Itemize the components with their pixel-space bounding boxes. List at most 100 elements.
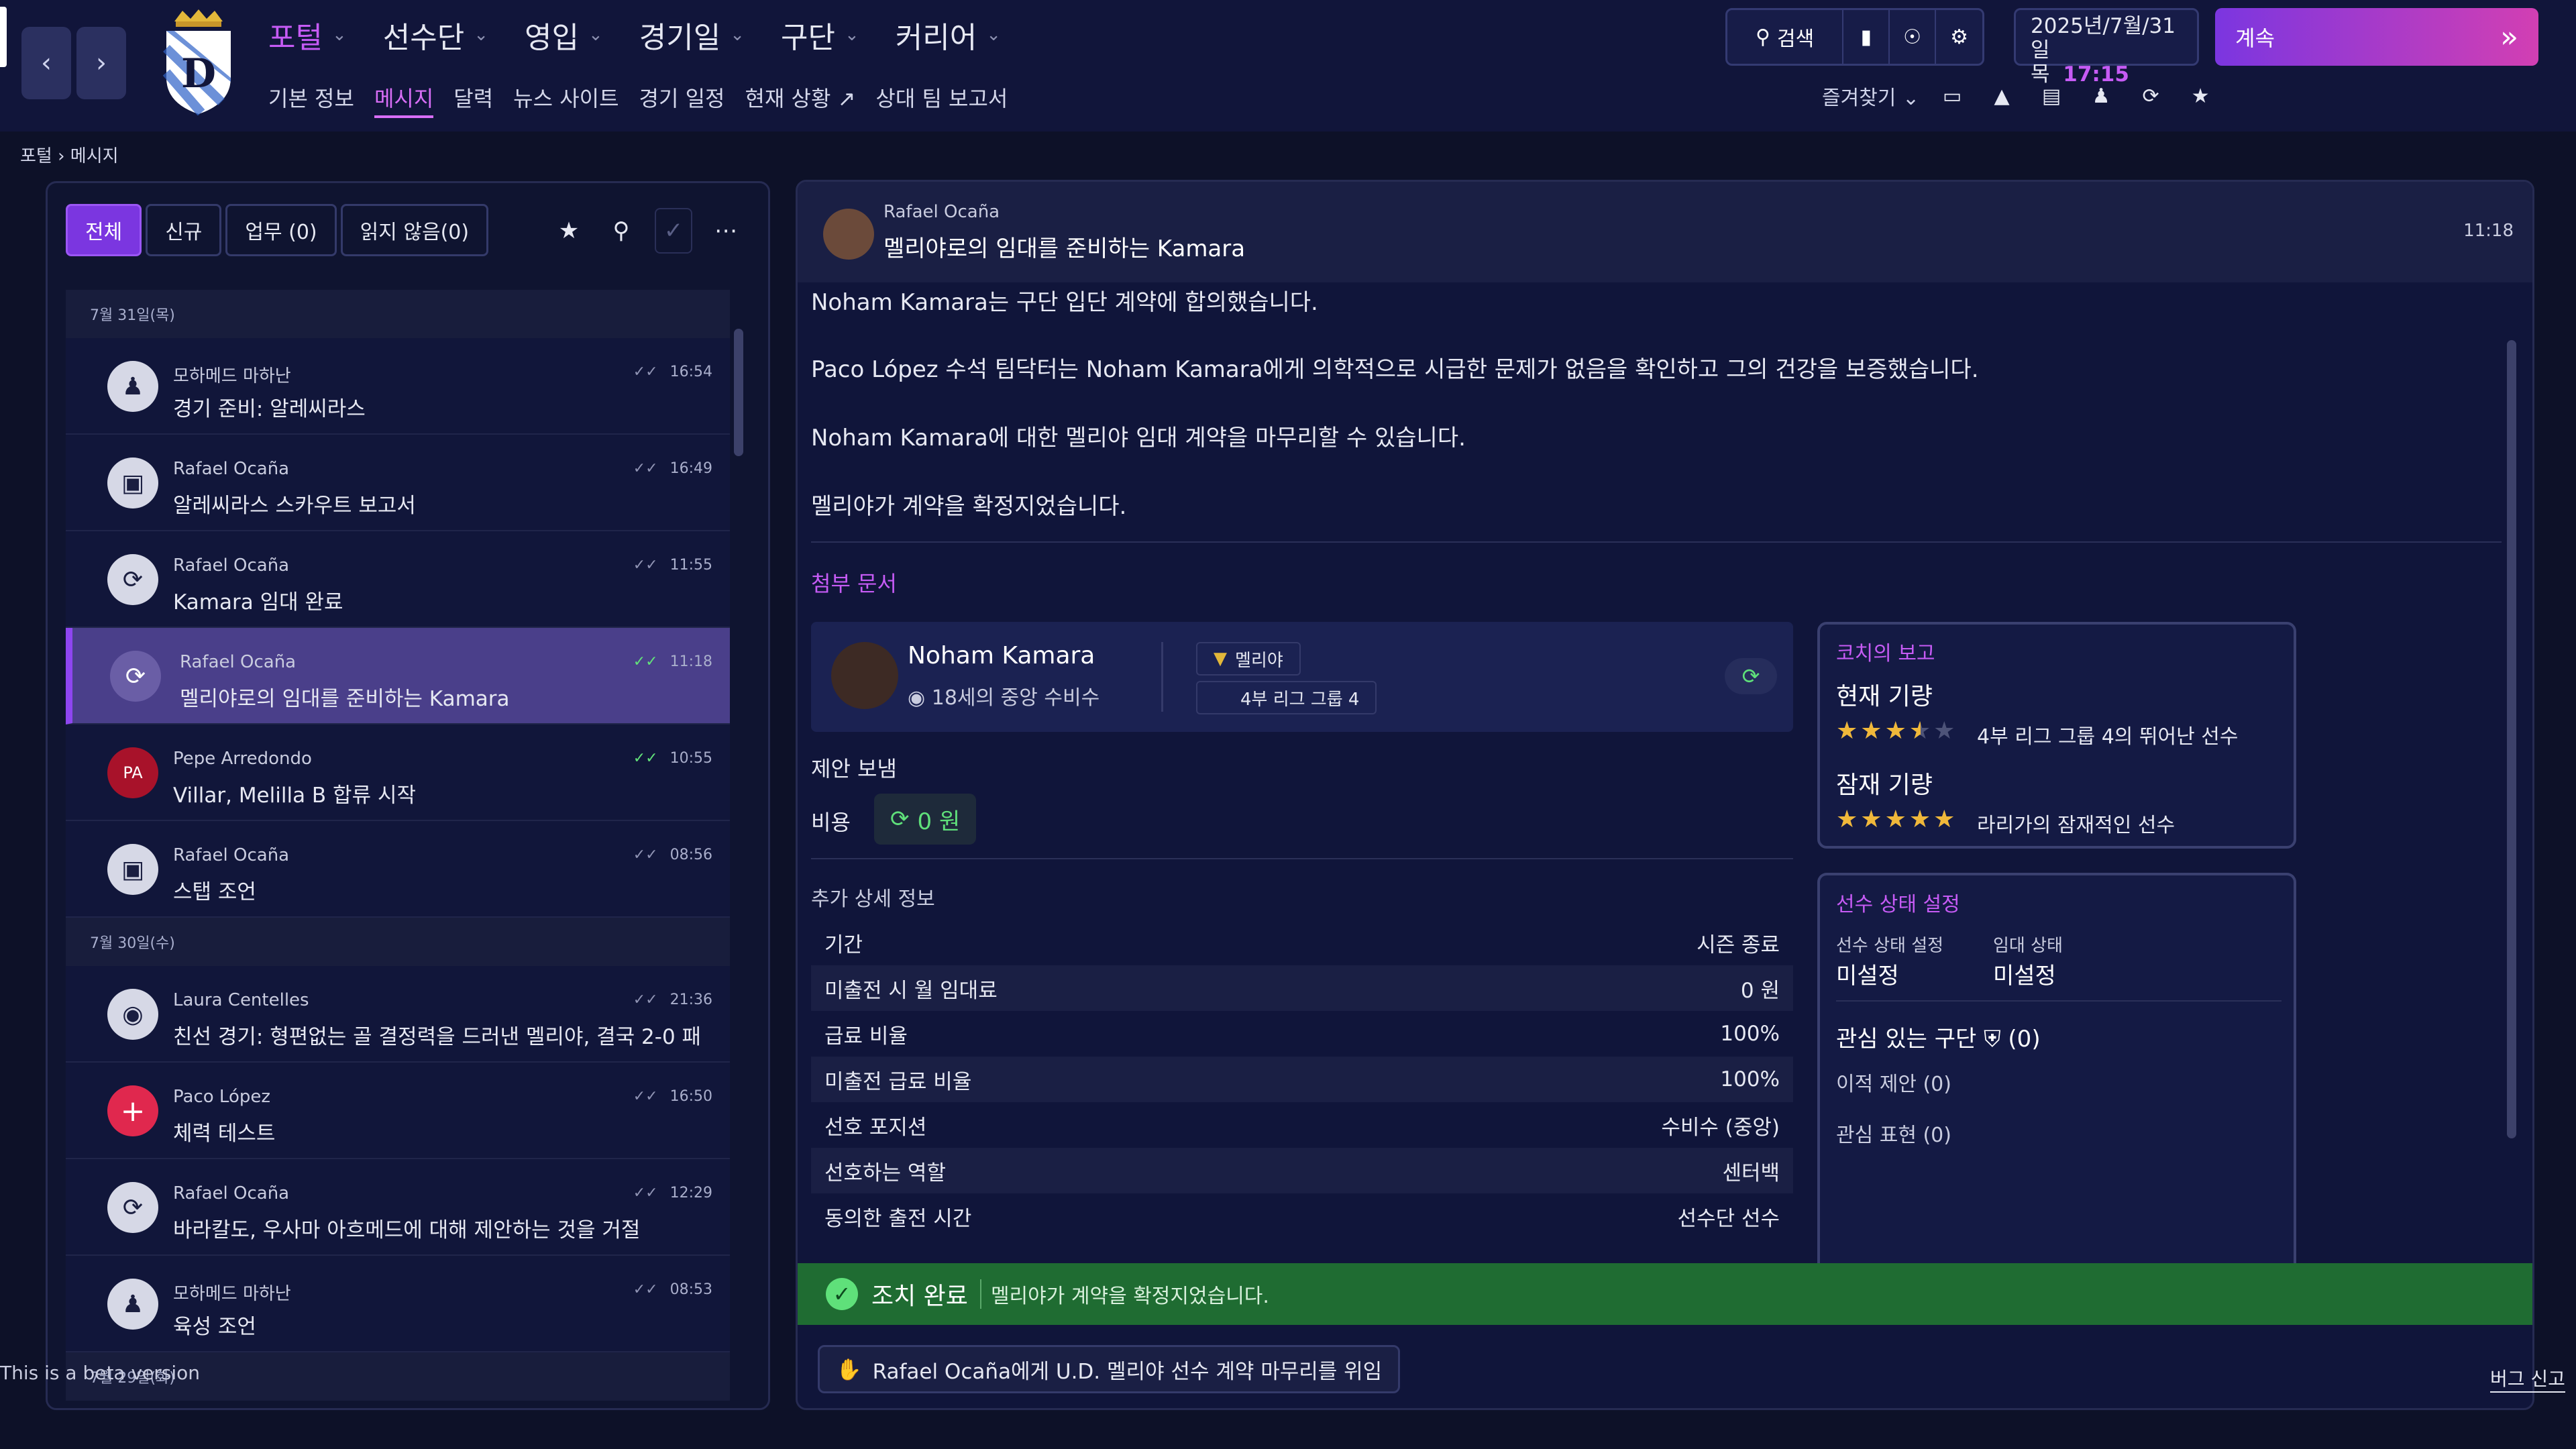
match-icon: ◉ — [107, 989, 158, 1040]
subnav-calendar[interactable]: 달력 — [453, 82, 493, 118]
star-fill: ★ — [1933, 806, 1957, 833]
list-item[interactable]: ▣ Rafael Ocaña 스탭 조언 ✓✓ 08:56 — [66, 821, 730, 918]
message-subject: 육성 조언 — [173, 1315, 256, 1339]
globe-button[interactable]: ☉ — [1890, 10, 1937, 64]
player-card[interactable]: Noham Kamara ◉ 18세의 중앙 수비수 ▼ 멜리야 4부 리그 그룹… — [811, 622, 1793, 732]
list-item[interactable]: ♟ 모하메드 마하난 경기 준비: 알레씨라스 ✓✓ 16:54 — [66, 338, 730, 435]
search-icon[interactable]: ⚲ — [602, 208, 640, 254]
nav-recruitment[interactable]: 영입 ⌄ — [525, 13, 603, 56]
chat-icon[interactable]: ▭ — [1935, 79, 1969, 113]
filter-all[interactable]: 전체 — [66, 204, 142, 256]
message-time: ✓✓ 08:53 — [633, 1281, 712, 1298]
club-crest-icon: ▼ — [1214, 649, 1227, 669]
main-nav: 포털 ⌄ 선수단 ⌄ 영입 ⌄ 경기일 ⌄ 구단 ⌄ 커리어 ⌄ — [268, 13, 1001, 56]
chevron-down-icon: ⌄ — [474, 25, 489, 45]
player-status-title: 선수 상태 설정 — [1836, 893, 1960, 916]
current-ability-stars: ★★★★★★★★★ — [1836, 717, 1956, 745]
coach-report-card[interactable]: 코치의 보고 현재 기량 ★★★★★★★★★ 4부 리그 그룹 4의 뛰어난 선… — [1817, 622, 2296, 849]
forward-button[interactable]: › — [76, 27, 126, 99]
medical-cross-icon: + — [107, 1085, 158, 1136]
subnav-messages[interactable]: 메시지 — [374, 82, 434, 118]
player-position: ◉ 18세의 중앙 수비수 — [908, 681, 1099, 710]
staff-icon[interactable]: ♟ — [2084, 79, 2118, 113]
inbox-scrollbar[interactable] — [734, 329, 743, 456]
read-check-icon: ✓✓ — [633, 364, 658, 380]
detail-value: 센터백 — [1722, 1161, 1780, 1185]
chevron-down-icon: ⌄ — [986, 25, 1002, 45]
svg-text:D: D — [181, 50, 216, 97]
filter-tasks[interactable]: 업무 (0) — [225, 204, 337, 256]
player-name[interactable]: Noham Kamara — [908, 642, 1095, 669]
club-badge[interactable]: ▼ 멜리야 — [1196, 642, 1301, 676]
read-check-icon: ✓✓ — [633, 460, 658, 477]
league-badge[interactable]: 4부 리그 그룹 4 — [1196, 681, 1377, 714]
club-crest-icon[interactable]: D — [161, 8, 236, 115]
message-subject: 친선 경기: 형편없는 골 결정력을 드러낸 멜리야, 결국 2-0 패 — [173, 1025, 702, 1049]
list-item[interactable]: ⟳ Rafael Ocaña Kamara 임대 완료 ✓✓ 11:55 — [66, 531, 730, 628]
message-time: ✓✓ 11:18 — [633, 653, 712, 670]
refresh-icon[interactable]: ⟳ — [2134, 79, 2167, 113]
star-fill: ★ — [1884, 717, 1908, 745]
position-icon: ◉ — [908, 686, 926, 710]
search-button[interactable]: ⚲ 검색 — [1727, 10, 1844, 64]
divider — [811, 541, 2502, 543]
message-subject: 경기 준비: 알레씨라스 — [173, 397, 366, 421]
subnav-opposition[interactable]: 상대 팀 보고서 — [875, 82, 1008, 118]
search-label: 검색 — [1777, 28, 1815, 51]
star-fill: ★ — [1909, 806, 1933, 833]
star-icon[interactable]: ★ — [550, 208, 588, 254]
bookmark-button[interactable]: ▮ — [1843, 10, 1890, 64]
message-subject: 멜리야로의 임대를 준비하는 Kamara — [180, 687, 510, 711]
message-time: ✓✓ 10:55 — [633, 750, 712, 767]
read-check-icon: ✓✓ — [633, 557, 658, 574]
current-ability-label: 현재 기량 — [1836, 683, 1933, 710]
list-item[interactable]: PA Pepe Arredondo Villar, Melilla B 합류 시… — [66, 724, 730, 821]
back-button[interactable]: ‹ — [21, 27, 71, 99]
bug-report-link[interactable]: 버그 신고 — [2490, 1364, 2565, 1393]
message-subject: 체력 테스트 — [173, 1122, 276, 1146]
nav-portal[interactable]: 포털 ⌄ — [268, 13, 347, 56]
list-item-selected[interactable]: ⟳ Rafael Ocaña 멜리야로의 임대를 준비하는 Kamara ✓✓ 1… — [66, 628, 730, 724]
refresh-icon[interactable]: ⟳ — [1725, 658, 1777, 694]
delegate-button[interactable]: ✋ Rafael Ocaña에게 U.D. 멜리야 선수 계약 마무리를 위임 — [818, 1345, 1401, 1393]
more-icon[interactable]: ⋯ — [707, 208, 745, 254]
list-item[interactable]: + Paco López 체력 테스트 ✓✓ 16:50 — [66, 1063, 730, 1159]
double-chevron-right-icon: » — [2500, 19, 2518, 54]
trophy-icon[interactable]: ★ — [2184, 79, 2217, 113]
staff-group-icon: ♟ — [107, 1279, 158, 1330]
list-item[interactable]: ▣ Rafael Ocaña 알레씨라스 스카우트 보고서 ✓✓ 16:49 — [66, 435, 730, 531]
cost-value: ⟳ 0 원 — [874, 794, 977, 845]
filter-new[interactable]: 신규 — [146, 204, 222, 256]
subnav-status[interactable]: 현재 상황 ↗ — [745, 82, 855, 118]
subnav-overview[interactable]: 기본 정보 — [268, 82, 354, 118]
loan-status-value[interactable]: 미설정 — [1993, 957, 2056, 990]
nav-squad[interactable]: 선수단 ⌄ — [383, 13, 488, 56]
favorites-dropdown[interactable]: 즐겨찾기 ⌄ — [1822, 81, 1919, 111]
clipboard-icon[interactable]: ▤ — [2035, 79, 2068, 113]
detail-scrollbar[interactable] — [2507, 340, 2516, 1138]
breadcrumb-root[interactable]: 포털 — [20, 146, 52, 166]
shirt-icon[interactable]: ▲ — [1985, 79, 2019, 113]
list-item[interactable]: ◉ Laura Centelles 친선 경기: 형편없는 골 결정력을 드러낸… — [66, 966, 730, 1063]
subnav-fixtures[interactable]: 경기 일정 — [639, 82, 725, 118]
list-item[interactable]: ⟳ Rafael Ocaña 바라칼도, 우사마 아흐메드에 대해 제안하는 것… — [66, 1159, 730, 1256]
transfer-cycle-icon: ⟳ — [110, 651, 161, 702]
message-time-text: 10:55 — [669, 750, 712, 767]
nav-career[interactable]: 커리어 ⌄ — [896, 13, 1001, 56]
nav-matchday[interactable]: 경기일 ⌄ — [639, 13, 745, 56]
filter-unread[interactable]: 읽지 않음(0) — [340, 204, 489, 256]
subnav-news[interactable]: 뉴스 사이트 — [513, 82, 619, 118]
continue-button[interactable]: 계속 » — [2215, 8, 2538, 66]
status-value[interactable]: 미설정 — [1836, 957, 1899, 990]
game-date[interactable]: 2025년/7월/31일 목 17:15 — [2014, 8, 2199, 87]
detail-key: 미출전 급료 비율 — [824, 1069, 972, 1094]
coach-report-title: 코치의 보고 — [1836, 642, 1935, 665]
favorites-label: 즐겨찾기 — [1822, 87, 1896, 110]
settings-button[interactable]: ⚙ — [1936, 10, 1982, 64]
list-item[interactable]: ♟ 모하메드 마하난 육성 조언 ✓✓ 08:53 — [66, 1256, 730, 1352]
read-check-icon: ✓✓ — [633, 991, 658, 1008]
message-time-text: 11:55 — [669, 557, 712, 574]
nav-club[interactable]: 구단 ⌄ — [781, 13, 859, 56]
message-time: ✓✓ 12:29 — [633, 1185, 712, 1201]
bookmark-icon: ▮ — [1860, 25, 1872, 49]
